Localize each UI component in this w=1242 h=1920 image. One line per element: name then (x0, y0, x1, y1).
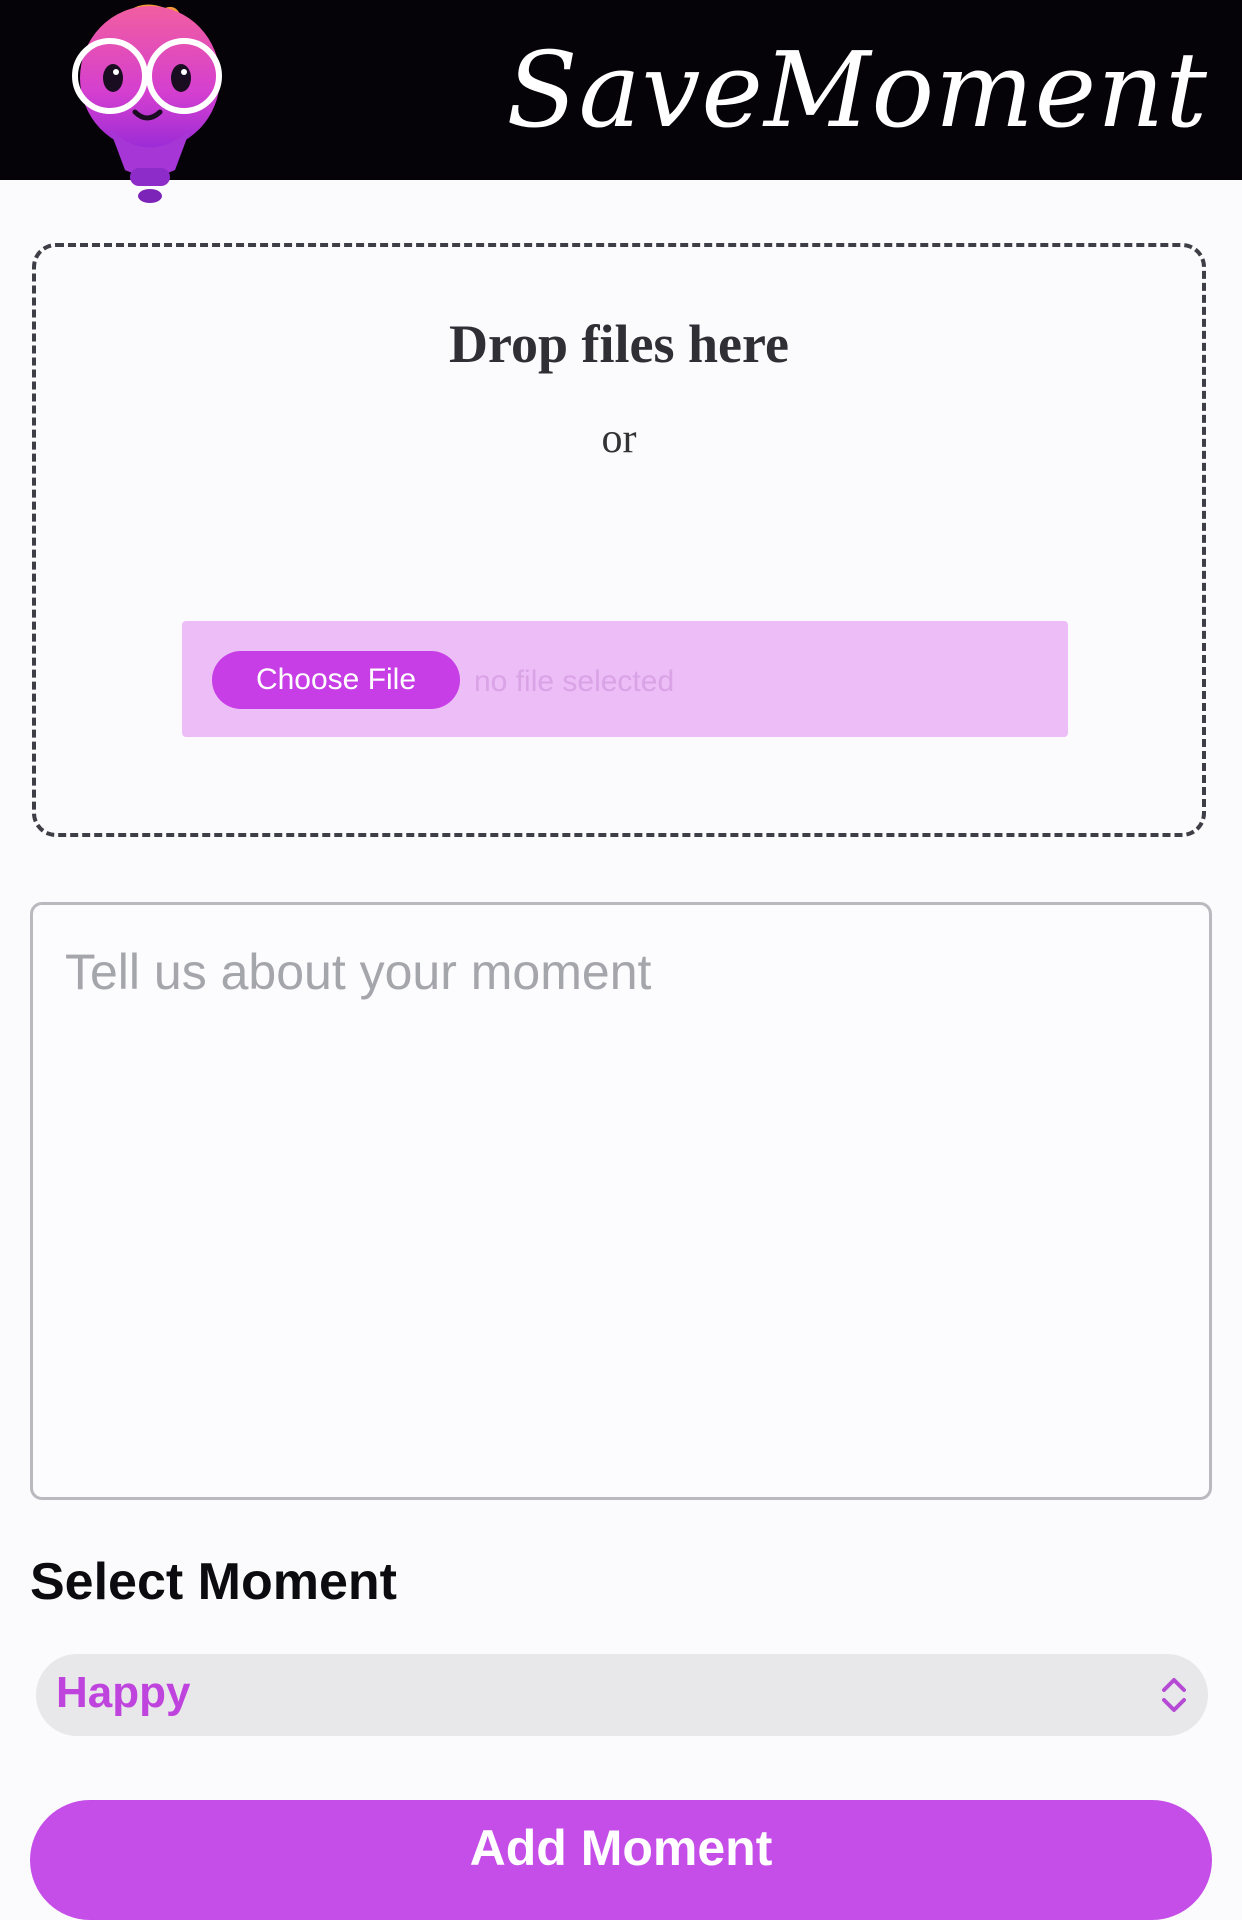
brand-title: SaveMoment (506, 29, 1208, 151)
moment-select-value: Happy (56, 1668, 191, 1717)
select-moment-label: Select Moment (30, 1553, 397, 1611)
choose-file-button[interactable]: Choose File (212, 651, 460, 709)
dropzone-title: Drop files here (449, 314, 789, 374)
file-dropzone[interactable]: Drop files here or Choose File no file s… (32, 243, 1206, 837)
moment-description-placeholder: Tell us about your moment (65, 944, 652, 1000)
moment-description-input[interactable]: Tell us about your moment (30, 902, 1212, 1500)
dropzone-or-text: or (601, 416, 637, 462)
file-input[interactable]: Choose File no file selected (182, 621, 1068, 737)
moment-select[interactable]: Happy (36, 1654, 1208, 1736)
no-file-selected-text: no file selected (474, 665, 675, 698)
mascot-logo-icon (72, 4, 222, 203)
select-chevron-icon (1162, 1678, 1186, 1712)
add-moment-button[interactable]: Add Moment (30, 1800, 1212, 1920)
